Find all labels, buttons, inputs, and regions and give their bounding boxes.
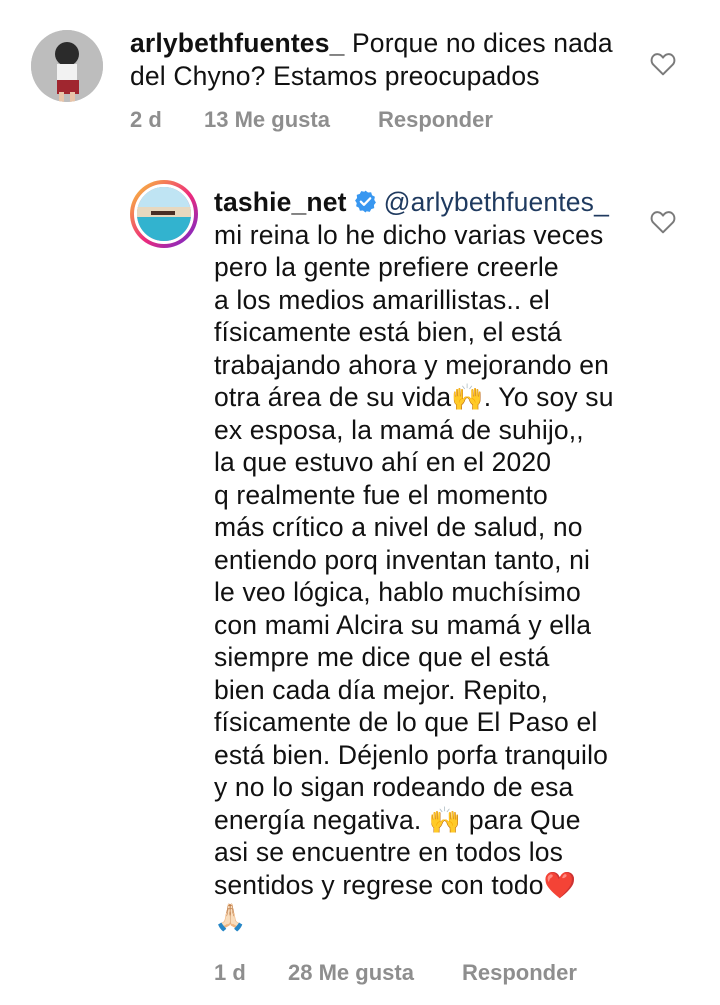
comment-tashie-net: tashie_net @arlybethfuentes_ mi reina lo…	[0, 160, 720, 1005]
red-heart-emoji: ❤️	[543, 869, 577, 900]
comment-line: está bien. Déjenlo porfa tranquilo	[214, 739, 609, 770]
comment-line: físicamente está bien, el está	[214, 317, 562, 347]
comment-line: más crítico a nivel de salud, no	[214, 512, 583, 542]
comment-line: físicamente de lo que El Paso el	[214, 707, 598, 737]
comment-line: mi reina lo he dicho varias veces	[214, 219, 604, 250]
heart-outline-icon[interactable]	[650, 210, 676, 234]
praying-hands-emoji: 🙏🏻	[214, 902, 247, 932]
comment-line: sentidos y regrese con todo	[214, 869, 544, 900]
timestamp: 1 d	[214, 960, 246, 985]
comment-line: a los medios amarillistas.. el	[214, 284, 550, 315]
comment-text: arlybethfuentes_ Porque no dices nada de…	[130, 27, 630, 92]
comment-line: otra área de su vida	[214, 382, 452, 412]
timestamp: 2 d	[130, 107, 162, 132]
avatar-story-ring[interactable]	[130, 180, 198, 248]
username[interactable]: tashie_net	[214, 187, 347, 217]
likes-count[interactable]: 28 Me gusta	[288, 960, 414, 986]
verified-badge-icon	[354, 190, 376, 213]
comment-line: ex esposa, la mamá de suhijo,,	[214, 414, 584, 445]
raised-hands-emoji: 🙌	[428, 804, 462, 835]
comment-text: tashie_net @arlybethfuentes_ mi reina lo…	[214, 186, 634, 935]
likes-count[interactable]: 13 Me gusta	[204, 107, 330, 133]
reply-button[interactable]: Responder	[462, 960, 577, 986]
comment-line: para Que	[468, 804, 581, 835]
comment-line: pero la gente prefiere creerle	[214, 252, 559, 282]
comment-line: trabajando ahora y mejorando en	[214, 349, 610, 380]
comment-line: . Yo soy su	[483, 382, 614, 412]
avatar[interactable]	[134, 184, 194, 244]
comment-arlybethfuentes: arlybethfuentes_ Porque no dices nada de…	[0, 0, 720, 160]
comment-line: la que estuvo ahí en el 2020	[214, 447, 552, 477]
comment-line: y no lo sigan rodeando de esa	[214, 772, 574, 802]
comment-line: le veo lógica, hablo muchísimo	[214, 577, 581, 607]
mention-link[interactable]: @arlybethfuentes_	[384, 187, 609, 217]
comment-line: asi se encuentre en todos los	[214, 837, 564, 867]
comment-line: q realmente fue el momento	[214, 479, 548, 510]
heart-outline-icon[interactable]	[650, 52, 676, 76]
avatar[interactable]	[31, 30, 103, 102]
comment-line: siempre me dice que el está	[214, 642, 550, 672]
comment-line: entiendo porq inventan tanto, ni	[214, 544, 591, 575]
raised-hands-emoji: 🙌	[451, 382, 484, 412]
username[interactable]: arlybethfuentes_	[130, 28, 344, 58]
comment-line: bien cada día mejor. Repito,	[214, 674, 549, 705]
comment-line: con mami Alcira su mamá y ella	[214, 609, 592, 640]
reply-button[interactable]: Responder	[378, 107, 493, 133]
comment-line: energía negativa.	[214, 804, 422, 835]
